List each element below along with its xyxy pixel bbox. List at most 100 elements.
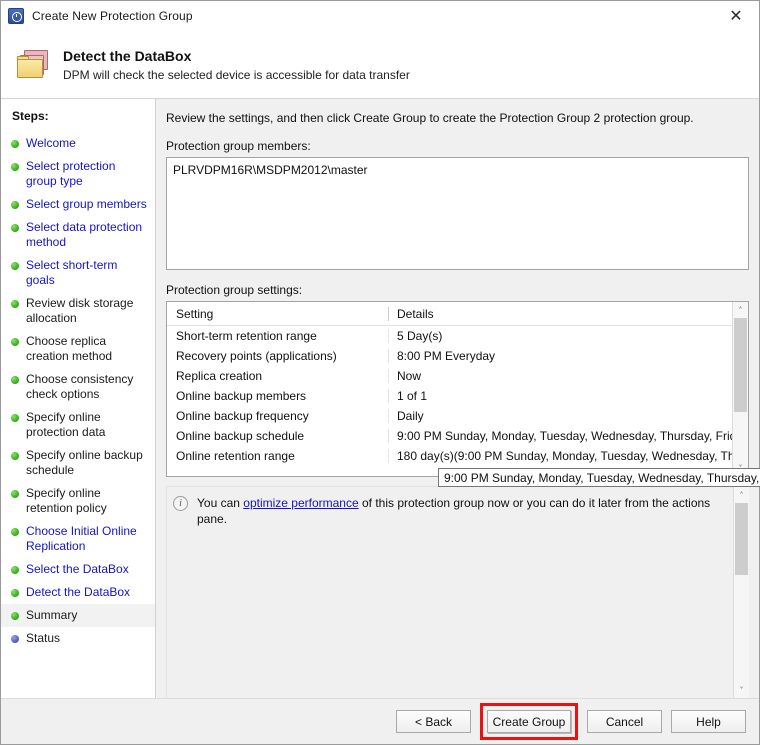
settings-grid: Setting Details Short-term retention ran…	[167, 302, 732, 476]
cell-setting: Short-term retention range	[176, 329, 317, 343]
step-bullet-icon	[11, 224, 19, 232]
sidebar-item-select-data-protection-method[interactable]: Select data protection method	[1, 216, 155, 254]
close-icon[interactable]: ✕	[713, 1, 759, 30]
step-bullet-icon	[11, 566, 19, 574]
sidebar-item-select-protection-group-type[interactable]: Select protection group type	[1, 155, 155, 193]
step-bullet-icon	[11, 262, 19, 270]
create-group-highlight: Create Group	[480, 703, 578, 740]
sidebar-item-summary: Summary	[1, 604, 155, 627]
sidebar-item-label: Specify online protection data	[26, 410, 106, 439]
table-row[interactable]: Online backup members 1 of 1	[167, 386, 732, 406]
page-header: Detect the DataBox DPM will check the se…	[1, 31, 759, 99]
table-row[interactable]: Recovery points (applications) 8:00 PM Ev…	[167, 346, 732, 366]
sidebar-item-status: Status	[1, 627, 155, 650]
table-row[interactable]: Replica creation Now	[167, 366, 732, 386]
sidebar-item-specify-online-backup-schedule: Specify online backup schedule	[1, 444, 155, 482]
page-header-text: Detect the DataBox DPM will check the se…	[63, 48, 410, 82]
sidebar-item-select-the-databox[interactable]: Select the DataBox	[1, 558, 155, 581]
step-bullet-icon	[11, 163, 19, 171]
cancel-button[interactable]: Cancel	[587, 710, 662, 733]
cell-details: Now	[388, 369, 732, 383]
sidebar-item-label: Select data protection method	[26, 220, 143, 249]
info-scroll-down-icon[interactable]: ˅	[734, 682, 749, 698]
scroll-up-icon[interactable]: ˄	[733, 302, 748, 318]
info-scroll-thumb[interactable]	[735, 503, 748, 575]
step-bullet-icon	[11, 528, 19, 536]
table-row[interactable]: Online retention range 180 day(s)(9:00 PM…	[167, 446, 732, 466]
sidebar-item-label: Status	[26, 631, 61, 645]
dialog-body: Steps: Welcome Select protection group ty…	[1, 99, 759, 698]
sidebar-item-label: Specify online backup schedule	[26, 448, 143, 477]
back-button[interactable]: < Back	[396, 710, 471, 733]
create-group-button[interactable]: Create Group	[487, 710, 571, 733]
steps-list: Welcome Select protection group type Selec…	[1, 132, 155, 650]
sidebar-item-label: Review disk storage allocation	[26, 296, 134, 325]
cell-setting: Online backup frequency	[176, 409, 309, 423]
column-header-setting[interactable]: Setting	[167, 307, 388, 321]
step-bullet-icon	[11, 635, 19, 643]
info-panel-body: i You can optimize performance of this p…	[167, 487, 733, 698]
cell-details: 8:00 PM Everyday	[388, 349, 732, 363]
sidebar-item-label: Choose replica creation method	[26, 334, 113, 363]
cell-setting: Online backup schedule	[176, 429, 305, 443]
sidebar-item-specify-online-retention-policy: Specify online retention policy	[1, 482, 155, 520]
sidebar-item-specify-online-protection-data: Specify online protection data	[1, 406, 155, 444]
optimize-performance-message: You can optimize performance of this pro…	[197, 495, 729, 527]
step-bullet-icon	[11, 201, 19, 209]
settings-scrollbar[interactable]: ˄ ˅	[732, 302, 748, 476]
members-label: Protection group members:	[166, 139, 311, 153]
steps-label: Steps:	[12, 109, 49, 123]
info-scrollbar[interactable]: ˄ ˅	[733, 487, 749, 698]
sidebar-item-detect-the-databox[interactable]: Detect the DataBox	[1, 581, 155, 604]
sidebar-item-welcome[interactable]: Welcome	[1, 132, 155, 155]
info-scroll-track[interactable]	[734, 503, 749, 682]
sidebar-item-label: Choose Initial Online Replication	[26, 524, 137, 553]
cell-setting: Replica creation	[176, 369, 263, 383]
protection-group-settings-table: Setting Details Short-term retention ran…	[166, 301, 749, 477]
settings-scroll-thumb[interactable]	[734, 318, 747, 412]
cell-details: 9:00 PM Sunday, Monday, Tuesday, Wednesd…	[388, 429, 732, 443]
cell-details: 180 day(s)(9:00 PM Sunday, Monday, Tuesd…	[388, 449, 732, 463]
sidebar-item-select-short-term-goals[interactable]: Select short-term goals	[1, 254, 155, 292]
step-bullet-icon	[11, 140, 19, 148]
cell-setting: Online retention range	[176, 449, 295, 463]
info-scroll-up-icon[interactable]: ˄	[734, 487, 749, 503]
sidebar-item-label: Select short-term goals	[26, 258, 118, 287]
table-row[interactable]: Online backup schedule 9:00 PM Sunday, Mo…	[167, 426, 732, 446]
settings-label: Protection group settings:	[166, 283, 303, 297]
sidebar-item-label: Specify online retention policy	[26, 486, 107, 515]
steps-sidebar: Steps: Welcome Select protection group ty…	[1, 99, 156, 698]
intro-text: Review the settings, and then click Crea…	[166, 111, 694, 125]
settings-scroll-track[interactable]	[733, 318, 748, 460]
sidebar-item-select-group-members[interactable]: Select group members	[1, 193, 155, 216]
step-bullet-icon	[11, 612, 19, 620]
folder-stack-icon	[15, 45, 55, 85]
sidebar-item-review-disk-storage-allocation: Review disk storage allocation	[1, 292, 155, 330]
optimize-performance-link[interactable]: optimize performance	[243, 496, 358, 510]
table-row[interactable]: Short-term retention range 5 Day(s)	[167, 326, 732, 346]
cell-details: 1 of 1	[388, 389, 732, 403]
protection-group-members-list[interactable]: PLRVDPM16R\MSDPM2012\master	[166, 157, 749, 270]
window-title: Create New Protection Group	[32, 9, 193, 23]
list-item[interactable]: PLRVDPM16R\MSDPM2012\master	[173, 163, 742, 177]
dialog-footer: < Back Create Group Cancel Help	[1, 698, 759, 744]
info-panel: i You can optimize performance of this p…	[166, 486, 749, 698]
page-title: Detect the DataBox	[63, 47, 192, 64]
sidebar-item-label: Detect the DataBox	[26, 585, 131, 599]
sidebar-item-choose-initial-online-replication[interactable]: Choose Initial Online Replication	[1, 520, 155, 558]
sidebar-item-label: Select group members	[26, 197, 147, 211]
table-header-row: Setting Details	[167, 302, 732, 326]
page-subtitle: DPM will check the selected device is ac…	[63, 67, 410, 82]
info-text-before: You can	[197, 496, 244, 510]
step-bullet-icon	[11, 376, 19, 384]
table-rows: Short-term retention range 5 Day(s) Recove…	[167, 326, 732, 466]
cell-details: 5 Day(s)	[388, 329, 732, 343]
help-button[interactable]: Help	[671, 710, 746, 733]
sidebar-item-label: Select protection group type	[26, 159, 116, 188]
cell-setting: Online backup members	[176, 389, 307, 403]
step-bullet-icon	[11, 338, 19, 346]
cell-setting: Recovery points (applications)	[176, 349, 337, 363]
step-bullet-icon	[11, 452, 19, 460]
column-header-details[interactable]: Details	[388, 306, 732, 321]
table-row[interactable]: Online backup frequency Daily	[167, 406, 732, 426]
